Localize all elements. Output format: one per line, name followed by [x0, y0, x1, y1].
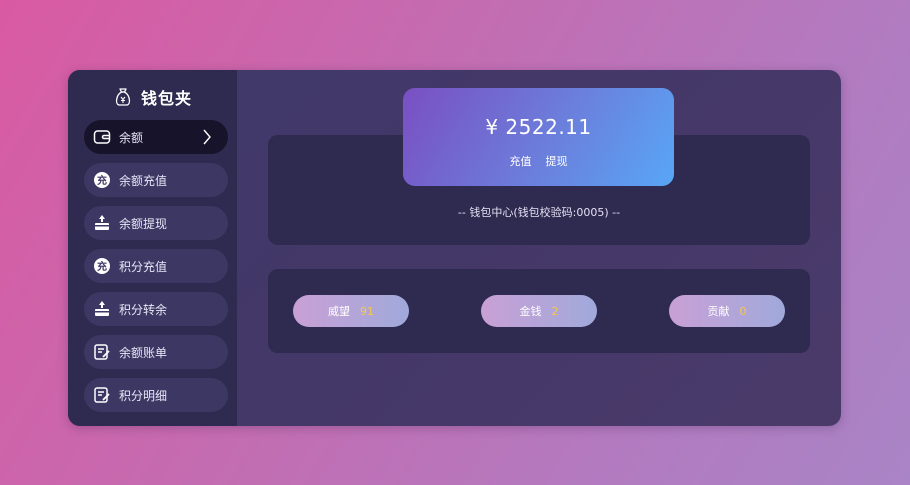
stat-label: 金钱	[519, 305, 542, 318]
balance-actions: 充值 提现	[403, 153, 674, 169]
stat-value: 91	[360, 304, 374, 318]
stat-value: 2	[551, 304, 559, 318]
recharge-link[interactable]: 充值	[510, 153, 532, 169]
transfer-icon	[93, 300, 111, 318]
sidebar: 钱包夹 余额 充 余额充值 余额提现 充 积分充值 积分转余 余额账单 积分明细	[68, 70, 237, 426]
stats-panel: 威望 91 金钱 2 贡献 0	[268, 269, 810, 353]
sidebar-item-label: 余额	[119, 130, 144, 145]
sidebar-item-label: 积分明细	[119, 388, 168, 403]
svg-text:充: 充	[97, 174, 107, 187]
stat-prestige: 威望 91	[293, 295, 409, 327]
wallet-icon	[93, 128, 111, 146]
sidebar-item-points-transfer[interactable]: 积分转余	[84, 292, 228, 326]
sidebar-item-balance[interactable]: 余额	[84, 120, 228, 154]
stat-label: 威望	[328, 305, 350, 318]
balance-card: ¥ 2522.11 充值 提现	[403, 88, 674, 186]
recharge-badge-icon: 充	[93, 257, 111, 275]
brand: 钱包夹	[68, 84, 237, 110]
wallet-window: 钱包夹 余额 充 余额充值 余额提现 充 积分充值 积分转余 余额账单 积分明细…	[68, 70, 841, 426]
sidebar-item-balance-bill[interactable]: 余额账单	[84, 335, 228, 369]
sidebar-item-label: 积分充值	[119, 259, 168, 274]
recharge-badge-icon: 充	[93, 171, 111, 189]
wallet-caption: -- 钱包中心(钱包校验码:0005) --	[457, 206, 621, 219]
sidebar-item-balance-recharge[interactable]: 充 余额充值	[84, 163, 228, 197]
sidebar-item-label: 积分转余	[119, 302, 168, 317]
stat-money: 金钱 2	[481, 295, 597, 327]
sidebar-item-balance-withdraw[interactable]: 余额提现	[84, 206, 228, 240]
sidebar-item-points-detail[interactable]: 积分明细	[84, 378, 228, 412]
chevron-right-icon	[203, 129, 211, 145]
balance-amount: ¥ 2522.11	[485, 115, 592, 139]
sidebar-item-label: 余额账单	[119, 345, 168, 360]
sidebar-item-label: 余额提现	[119, 216, 168, 231]
svg-text:充: 充	[97, 260, 107, 273]
sidebar-item-label: 余额充值	[119, 173, 168, 188]
money-bag-icon	[115, 88, 131, 106]
sidebar-item-points-recharge[interactable]: 充 积分充值	[84, 249, 228, 283]
withdraw-icon	[93, 214, 111, 232]
stat-label: 贡献	[707, 305, 730, 318]
detail-icon	[93, 386, 111, 404]
withdraw-link[interactable]: 提现	[546, 153, 568, 169]
bill-icon	[93, 343, 111, 361]
stat-value: 0	[739, 304, 747, 318]
main-content: -- 钱包中心(钱包校验码:0005) -- ¥ 2522.11 充值 提现 威…	[237, 70, 841, 426]
stat-contribution: 贡献 0	[669, 295, 785, 327]
app-title: 钱包夹	[140, 89, 192, 108]
